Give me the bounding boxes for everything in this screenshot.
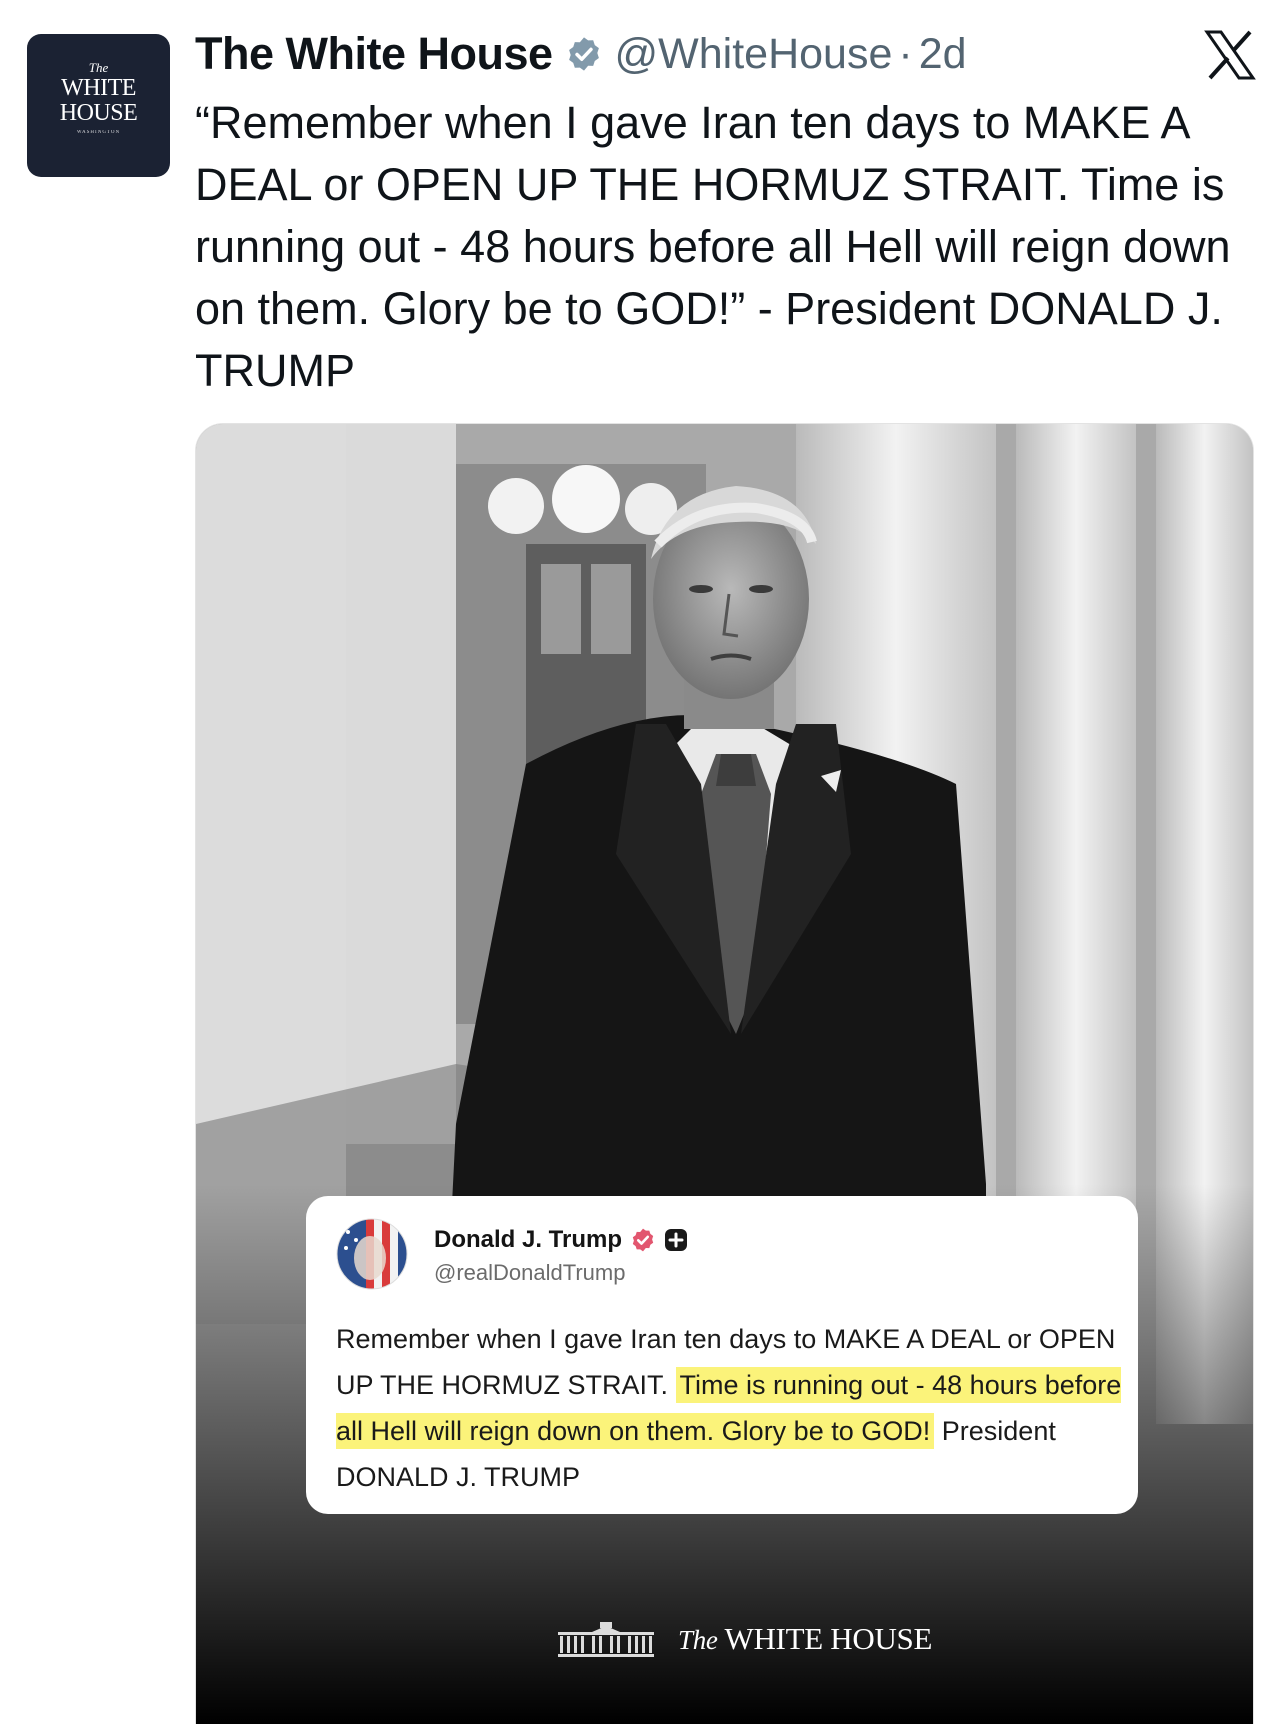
tweet-media[interactable]: Donald J. Trump @realDonaldTrump Remembe… xyxy=(195,423,1254,1724)
footer-logo-text: The WHITE HOUSE xyxy=(678,1621,932,1657)
tweet-text: “Remember when I gave Iran ten days to M… xyxy=(195,97,1231,396)
avatar-the-text: The xyxy=(88,60,109,75)
post-age[interactable]: 2d xyxy=(919,30,967,79)
account-handle[interactable]: @WhiteHouse xyxy=(615,30,893,79)
x-logo-icon xyxy=(1204,30,1256,80)
portrait-photo xyxy=(196,424,1253,1724)
verified-badge-icon xyxy=(568,37,599,71)
quote-author-row: Donald J. Trump xyxy=(434,1226,688,1254)
tweet-header: The White House @WhiteHouse · 2d xyxy=(195,24,967,84)
avatar-house-text: HOUSE xyxy=(59,100,138,126)
avatar-washington-text: WASHINGTON xyxy=(76,130,121,135)
white-house-building-icon xyxy=(558,1622,654,1657)
footer-logo: The WHITE HOUSE xyxy=(556,1620,932,1658)
whitehouse-avatar[interactable]: The WHITE HOUSE WASHINGTON xyxy=(27,34,170,177)
footer-white-house: WHITE HOUSE xyxy=(724,1621,933,1656)
avatar-white-text: WHITE xyxy=(61,75,136,101)
quote-card[interactable]: Donald J. Trump @realDonaldTrump Remembe… xyxy=(306,1196,1138,1514)
plus-badge-icon xyxy=(665,1229,688,1251)
quote-text: Remember when I gave Iran ten days to MA… xyxy=(336,1316,1126,1500)
separator-dot: · xyxy=(898,29,913,78)
quote-avatar xyxy=(336,1218,408,1290)
quote-author-handle: @realDonaldTrump xyxy=(434,1260,626,1285)
verified-badge-icon xyxy=(632,1228,654,1252)
quote-author-name: Donald J. Trump xyxy=(434,1226,623,1253)
footer-the: The xyxy=(678,1625,718,1655)
account-name[interactable]: The White House xyxy=(195,28,553,80)
